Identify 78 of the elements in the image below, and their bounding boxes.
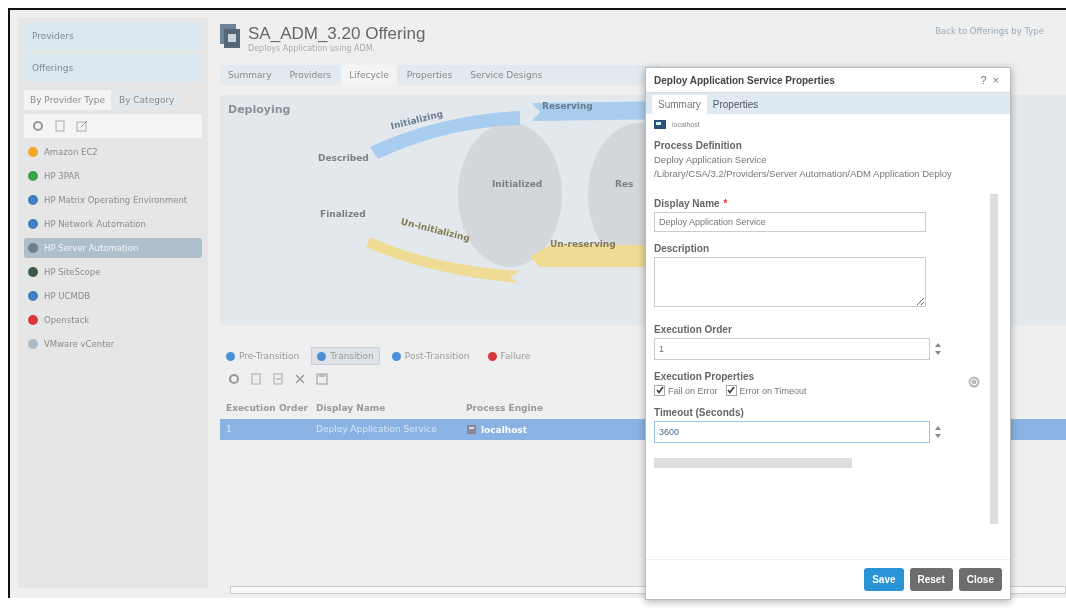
required-mark: * — [723, 198, 728, 209]
timeout-field[interactable]: 3600 — [654, 421, 930, 443]
back-link[interactable]: Back to Offerings by Type — [935, 26, 1044, 36]
sidebar-tab[interactable]: By Provider Type — [24, 90, 111, 110]
state-label: Res — [615, 179, 634, 189]
offering-tab[interactable]: Summary — [220, 65, 280, 85]
offering-title: SA_ADM_3.20 Offering — [248, 24, 426, 44]
provider-item[interactable]: HP 3PAR — [24, 166, 202, 186]
secondary-button[interactable]: Close — [958, 568, 1002, 591]
help-icon[interactable] — [968, 376, 980, 388]
dialog-tab[interactable]: Properties — [706, 95, 765, 114]
column-header: Display Name — [316, 403, 387, 413]
sidebar-tab[interactable]: By Category — [112, 90, 181, 110]
delete-icon[interactable] — [294, 373, 306, 385]
save-icon[interactable] — [316, 373, 328, 385]
state-label: Described — [318, 153, 369, 163]
state-label: Finalized — [320, 209, 366, 219]
provider-item[interactable]: HP Matrix Operating Environment — [24, 190, 202, 210]
transition-tab[interactable]: Post-Transition — [385, 347, 476, 365]
offering-tab[interactable]: Service Designs — [462, 65, 551, 85]
field-label: Process Definition — [654, 140, 743, 151]
dialog-tab[interactable]: Summary — [652, 95, 707, 114]
provider-item[interactable]: Openstack — [24, 310, 202, 330]
transition-tab[interactable]: Pre-Transition — [220, 347, 306, 365]
offering-tab[interactable]: Properties — [398, 65, 461, 85]
primary-button[interactable]: Save — [864, 568, 904, 591]
field-label: Timeout (Seconds) — [654, 407, 745, 418]
provider-item[interactable]: Amazon EC2 — [24, 142, 202, 162]
sidebar-section[interactable]: Offerings — [24, 54, 202, 82]
sidebar-section[interactable]: Providers — [24, 22, 202, 50]
transition-label: Un-reserving — [550, 239, 616, 249]
process-name: Deploy Application Service — [654, 154, 768, 165]
help-button[interactable]: ? — [977, 74, 990, 86]
checkbox[interactable] — [654, 385, 665, 396]
table-cell: localhost — [481, 424, 527, 435]
checkbox-label: Fail on Error — [668, 385, 718, 396]
close-button[interactable]: × — [989, 74, 1002, 86]
import-icon[interactable] — [272, 373, 284, 385]
display-name-field[interactable]: Deploy Application Service — [654, 212, 926, 232]
field-label: Description — [654, 243, 710, 254]
offering-tab[interactable]: Lifecycle — [341, 65, 397, 85]
refresh-icon[interactable] — [228, 373, 240, 385]
execution-order-field[interactable]: 1 — [654, 338, 930, 360]
vertical-scrollbar[interactable] — [990, 194, 998, 524]
dialog-title: Deploy Application Service Properties — [654, 74, 836, 86]
provider-item[interactable]: HP UCMDB — [24, 286, 202, 306]
new-document-icon[interactable] — [54, 120, 66, 132]
spinner-arrows-icon[interactable] — [934, 341, 942, 357]
provider-item[interactable]: HP SiteScope — [24, 262, 202, 282]
table-cell: 1 — [226, 424, 232, 434]
provider-item[interactable]: VMware vCenter — [24, 334, 202, 354]
lifecycle-heading: Deploying — [228, 103, 291, 116]
table-cell: Deploy Application Service — [316, 424, 437, 434]
offering-subtitle: Deploys Application using ADM. — [248, 44, 377, 53]
server-icon — [654, 120, 666, 129]
description-field[interactable] — [654, 257, 926, 307]
provider-item[interactable]: HP Network Automation — [24, 214, 202, 234]
offering-tab[interactable]: Providers — [281, 65, 340, 85]
offering-icon — [220, 24, 240, 48]
spinner-arrows-icon[interactable] — [934, 424, 942, 440]
field-label: Display Name — [654, 198, 720, 209]
new-document-icon[interactable] — [250, 373, 262, 385]
column-header: Process Engine — [466, 403, 545, 413]
checkbox-label: Error on Timeout — [739, 385, 807, 396]
refresh-icon[interactable] — [32, 120, 44, 132]
field-label: Execution Properties — [654, 371, 756, 382]
transition-tab[interactable]: Transition — [311, 347, 380, 365]
transition-tab[interactable]: Failure — [481, 347, 537, 365]
server-icon — [466, 424, 477, 435]
column-header: Execution Order — [226, 403, 309, 413]
provider-item[interactable]: HP Server Automation — [24, 238, 202, 258]
transition-label: Reserving — [542, 101, 593, 111]
edit-icon[interactable] — [76, 120, 88, 132]
process-path: /Library/CSA/3.2/Providers/Server Automation/ADM Application Deploy — [654, 168, 953, 179]
state-label: Initialized — [492, 179, 543, 189]
secondary-button[interactable]: Reset — [909, 568, 953, 591]
checkbox[interactable] — [725, 385, 737, 396]
field-label: Execution Order — [654, 324, 733, 335]
